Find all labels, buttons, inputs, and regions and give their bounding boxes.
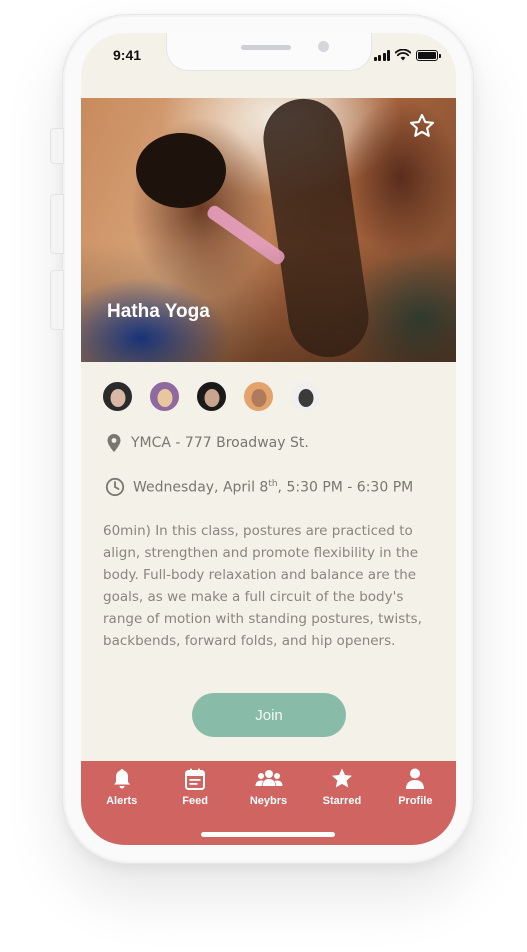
status-time: 9:41	[113, 47, 142, 63]
event-title: Hatha Yoga	[107, 301, 210, 322]
tab-alerts[interactable]: Alerts	[85, 767, 158, 845]
home-indicator[interactable]	[201, 832, 335, 837]
attendee-list	[101, 380, 322, 413]
location-text: YMCA - 777 Broadway St.	[131, 435, 309, 451]
bell-icon	[113, 769, 130, 789]
mute-switch	[50, 128, 64, 164]
event-datetime: Wednesday, April 8th, 5:30 PM - 6:30 PM	[105, 477, 413, 497]
event-description: 60min) In this class, postures are pract…	[103, 523, 422, 649]
datetime-text: Wednesday, April 8th, 5:30 PM - 6:30 PM	[133, 478, 414, 496]
speaker	[241, 45, 291, 50]
avatar-face	[110, 389, 125, 408]
attendee-avatar[interactable]	[195, 380, 228, 413]
hero-photo: Hatha Yoga	[81, 98, 456, 362]
avatar-face	[157, 389, 172, 408]
battery-icon	[416, 49, 441, 61]
person-icon	[406, 768, 425, 789]
group-icon	[255, 770, 283, 786]
attendee-avatar[interactable]	[101, 380, 134, 413]
phone-screen: 9:41 Hatha Yoga YMCA - 777 Broadway St. …	[81, 33, 456, 845]
star-icon	[331, 768, 352, 788]
tab-bar: Alerts Feed Neybrs Starred Profile	[81, 761, 456, 845]
tab-profile[interactable]: Profile	[379, 767, 452, 845]
volume-down-button	[50, 270, 64, 330]
avatar-face	[298, 389, 313, 408]
avatar-face	[204, 389, 219, 408]
attendee-avatar[interactable]	[242, 380, 275, 413]
volume-up-button	[50, 194, 64, 254]
event-location: YMCA - 777 Broadway St.	[105, 433, 309, 453]
clock-icon	[105, 477, 125, 497]
front-camera	[318, 41, 329, 52]
avatar-face	[251, 389, 266, 408]
attendee-avatar[interactable]	[289, 380, 322, 413]
status-icons	[373, 49, 441, 61]
signal-icon	[373, 49, 390, 61]
attendee-avatar[interactable]	[148, 380, 181, 413]
wifi-icon	[395, 49, 411, 61]
join-button[interactable]: Join	[192, 693, 346, 737]
calendar-icon	[185, 768, 206, 790]
map-pin-icon	[107, 434, 121, 452]
notch	[166, 33, 372, 71]
favorite-star-icon[interactable]	[408, 112, 436, 140]
status-bar: 9:41	[81, 33, 456, 99]
